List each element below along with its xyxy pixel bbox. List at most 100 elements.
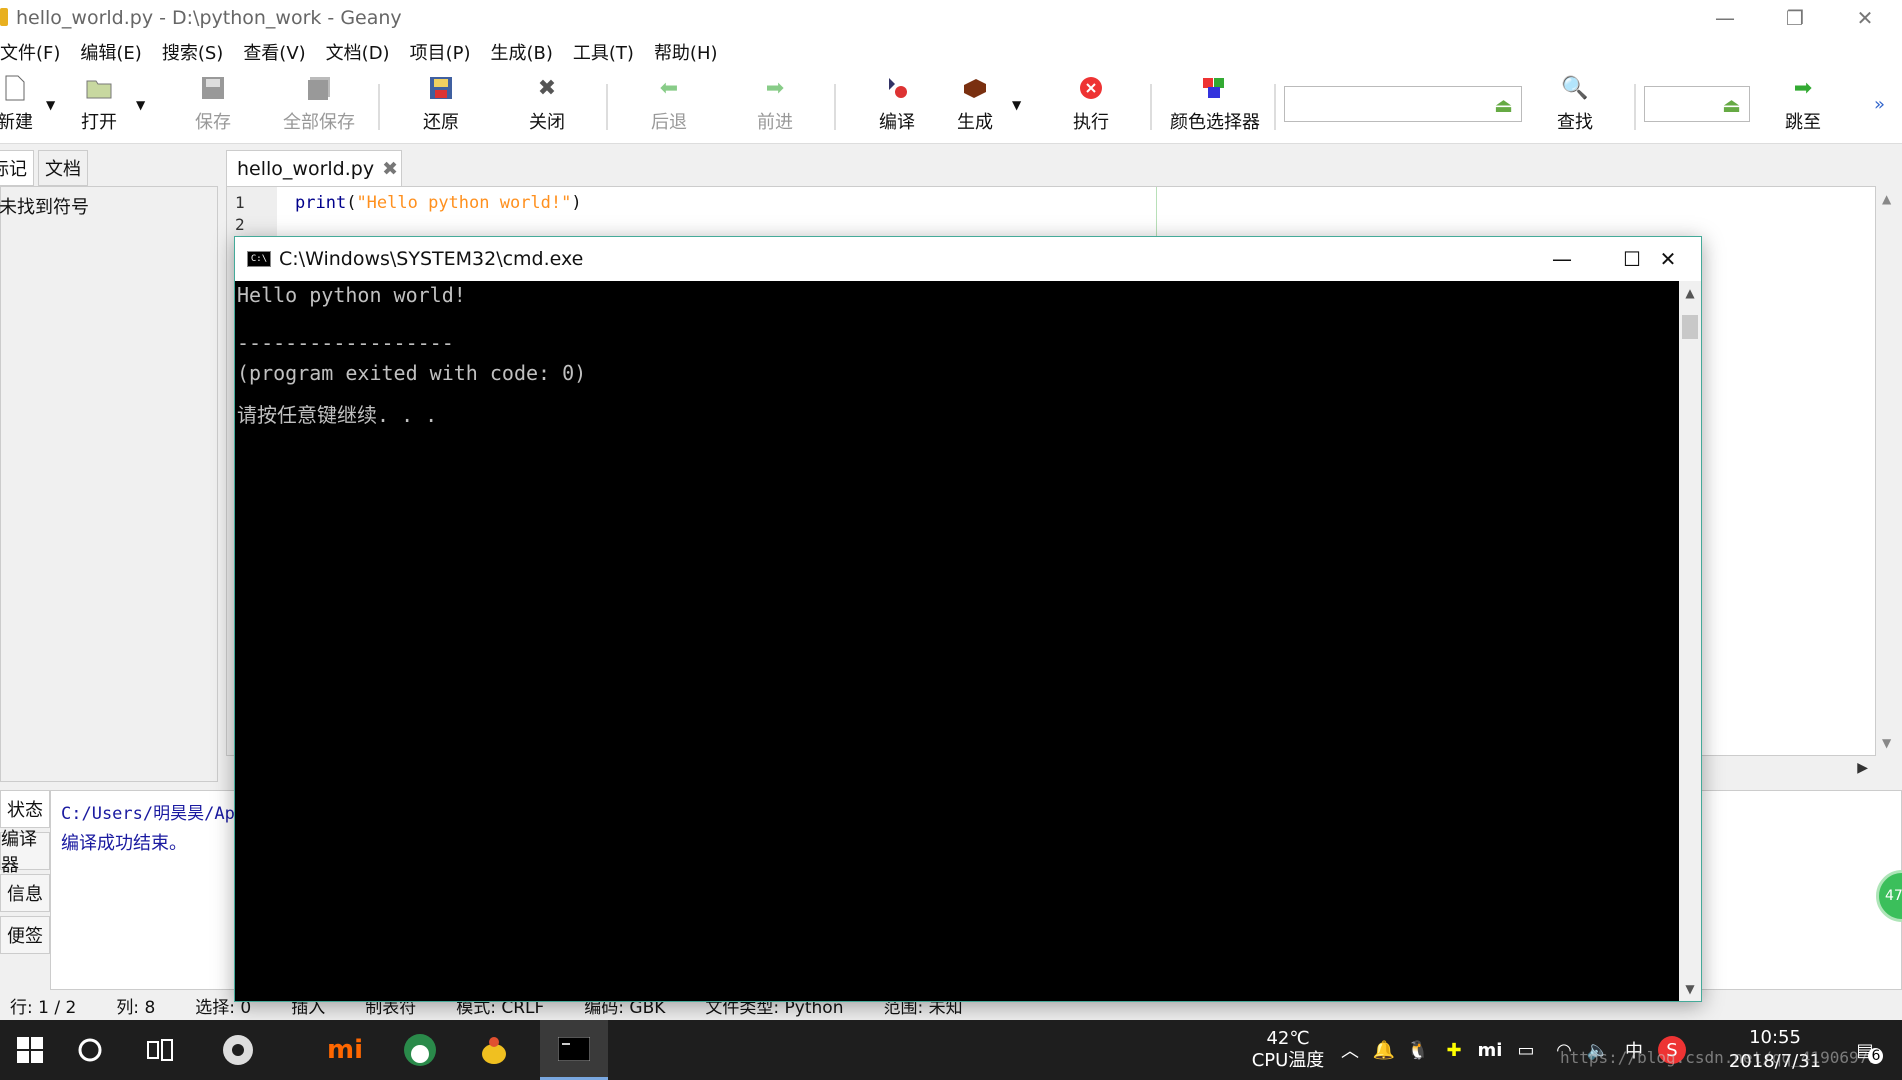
- goto-line-input[interactable]: ⏏: [1644, 86, 1750, 122]
- search-clear-icon[interactable]: ⏏: [1494, 93, 1513, 117]
- cmd-close-button[interactable]: ✕: [1633, 237, 1703, 281]
- notification-bell-icon[interactable]: 🔔: [1370, 1020, 1398, 1080]
- status-col: 列: 8: [116, 997, 156, 1018]
- scroll-up-icon[interactable]: ▲: [1882, 192, 1891, 206]
- toolbar-separator: [1634, 84, 1636, 130]
- console-line: (program exited with code: 0): [237, 361, 587, 385]
- tab-close-icon[interactable]: ✖: [382, 158, 398, 180]
- tab-compiler[interactable]: 编译器: [0, 829, 50, 876]
- open-dropdown-icon[interactable]: ▼: [136, 98, 145, 112]
- toolbar-separator: [378, 84, 380, 130]
- menu-tools[interactable]: 工具(T): [573, 39, 634, 65]
- cortana-search-icon[interactable]: [60, 1020, 120, 1080]
- green-plus-icon[interactable]: ✚: [1440, 1020, 1468, 1080]
- execute-button[interactable]: 执行: [1046, 74, 1136, 140]
- compile-button[interactable]: 编译: [852, 74, 942, 140]
- open-button[interactable]: 打开: [54, 74, 144, 140]
- open-folder-icon: [85, 74, 113, 102]
- menu-view[interactable]: 查看(V): [243, 39, 305, 65]
- editor-vertical-scrollbar[interactable]: ▲ ▼: [1876, 186, 1902, 756]
- sidebar-tabs: 标记 文档: [0, 150, 225, 186]
- menu-file[interactable]: 文件(F): [0, 39, 60, 65]
- color-picker-button[interactable]: 颜色选择器: [1170, 74, 1260, 140]
- scroll-up-icon[interactable]: ▲: [1679, 283, 1701, 303]
- code-line: print("Hello python world!"): [295, 193, 582, 213]
- menu-search[interactable]: 搜索(S): [162, 39, 223, 65]
- search-input[interactable]: ⏏: [1284, 86, 1522, 122]
- code-paren: (: [346, 193, 357, 213]
- sidebar-panel: 未找到符号: [0, 186, 218, 782]
- scroll-right-icon[interactable]: ▶: [1857, 760, 1868, 776]
- menu-project[interactable]: 项目(P): [410, 39, 471, 65]
- cmd-scrollbar[interactable]: ▲ ▼: [1679, 281, 1701, 1001]
- teapot-app-icon[interactable]: [464, 1020, 524, 1080]
- menu-edit[interactable]: 编辑(E): [80, 39, 141, 65]
- line-number: 2: [235, 215, 245, 234]
- task-view-icon[interactable]: [130, 1020, 190, 1080]
- cmd-title: C:\Windows\SYSTEM32\cmd.exe: [279, 248, 584, 270]
- save-all-icon: [305, 74, 333, 102]
- scroll-down-icon[interactable]: ▼: [1679, 979, 1701, 999]
- save-button[interactable]: 保存: [168, 74, 258, 140]
- menu-build[interactable]: 生成(B): [490, 39, 552, 65]
- goto-clear-icon[interactable]: ⏏: [1722, 93, 1741, 117]
- execute-stop-icon: [1077, 74, 1105, 102]
- forward-button[interactable]: ➡ 前进: [730, 74, 820, 140]
- scroll-thumb[interactable]: [1682, 315, 1698, 339]
- toolbar-separator: [1150, 84, 1152, 130]
- minimize-button[interactable]: —: [1690, 0, 1760, 36]
- back-button[interactable]: ⬅ 后退: [624, 74, 714, 140]
- symbols-message: 未找到符号: [0, 197, 89, 218]
- tab-messages[interactable]: 信息: [0, 874, 50, 912]
- save-all-button[interactable]: 全部保存: [274, 74, 364, 140]
- save-disk-icon: [199, 74, 227, 102]
- magnifier-icon: 🔍: [1561, 75, 1589, 101]
- toolbar-separator: [606, 84, 608, 130]
- menu-document[interactable]: 文档(D): [326, 39, 390, 65]
- battery-icon[interactable]: ▭: [1512, 1020, 1540, 1080]
- tab-status[interactable]: 状态: [0, 790, 50, 828]
- scroll-down-icon[interactable]: ▼: [1882, 736, 1891, 750]
- tab-scribble[interactable]: 便签: [0, 916, 50, 954]
- cpu-temp-widget[interactable]: 42℃ CPU温度: [1238, 1020, 1338, 1080]
- build-dropdown-icon[interactable]: ▼: [1012, 98, 1021, 112]
- color-picker-icon: [1201, 74, 1229, 102]
- tab-documents[interactable]: 文档: [38, 150, 88, 186]
- toolbar: 新建 ▼ 打开 ▼ 保存 全部保存 还原 ✖ 关闭 ⬅ 后退 ➡ 前进 编译 生…: [0, 68, 1902, 144]
- action-center-icon[interactable]: ▤ 6: [1840, 1020, 1890, 1080]
- menu-bar: 文件(F) 编辑(E) 搜索(S) 查看(V) 文档(D) 项目(P) 生成(B…: [0, 36, 1902, 68]
- editor-tab-label: hello_world.py: [237, 157, 375, 180]
- mi-tray-icon[interactable]: mi: [1476, 1020, 1504, 1080]
- mi-app-icon[interactable]: mi: [315, 1020, 375, 1080]
- status-line: 行: 1 / 2: [10, 997, 77, 1018]
- console-line: Hello python world!: [237, 283, 466, 307]
- cmd-minimize-button[interactable]: —: [1527, 237, 1597, 281]
- revert-button[interactable]: 还原: [396, 74, 486, 140]
- tab-symbols[interactable]: 标记: [0, 150, 34, 186]
- notification-count: 6: [1868, 1047, 1884, 1064]
- editor-tab[interactable]: hello_world.py ✖: [226, 150, 402, 186]
- pinwheel-app-icon[interactable]: [208, 1020, 268, 1080]
- qq-penguin-icon[interactable]: 🐧: [1404, 1020, 1432, 1080]
- tray-expand-icon[interactable]: ︿: [1336, 1020, 1364, 1080]
- back-arrow-icon: ⬅: [659, 75, 679, 101]
- compile-icon: [883, 74, 911, 102]
- toolbar-overflow-button[interactable]: »: [1874, 94, 1885, 115]
- find-button[interactable]: 🔍 查找: [1530, 74, 1620, 140]
- toolbar-separator: [1274, 84, 1276, 130]
- revert-icon: [427, 74, 455, 102]
- menu-help[interactable]: 帮助(H): [654, 39, 718, 65]
- console-output[interactable]: Hello python world! ------------------ (…: [235, 281, 1679, 1001]
- build-button[interactable]: 生成: [930, 74, 1020, 140]
- green-mascot-app-icon[interactable]: [390, 1020, 450, 1080]
- restore-button[interactable]: ❐: [1760, 0, 1830, 36]
- message-path: C:/Users/明昊昊/Ap: [61, 804, 235, 824]
- goto-button[interactable]: ➡ 跳至: [1758, 74, 1848, 140]
- close-button[interactable]: ✕: [1830, 0, 1900, 36]
- cmd-taskbar-icon[interactable]: [540, 1020, 608, 1080]
- cmd-window[interactable]: C:\ C:\Windows\SYSTEM32\cmd.exe — ☐ ✕ He…: [234, 236, 1702, 1002]
- close-file-button[interactable]: ✖ 关闭: [502, 74, 592, 140]
- cmd-titlebar: C:\ C:\Windows\SYSTEM32\cmd.exe — ☐ ✕: [235, 237, 1701, 281]
- windows-start-icon[interactable]: [0, 1020, 60, 1080]
- cmd-icon: C:\: [247, 251, 271, 267]
